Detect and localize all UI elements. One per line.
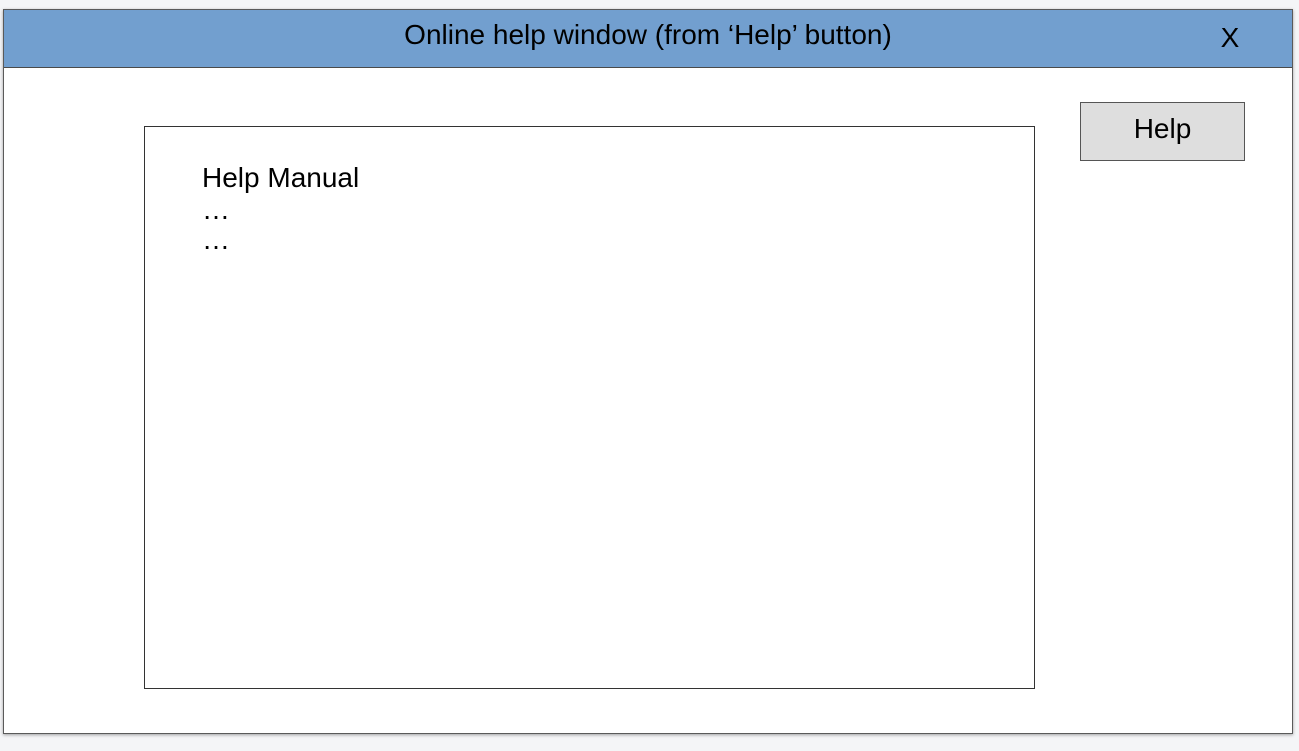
help-manual-text: Help Manual … … xyxy=(202,161,359,255)
close-button[interactable]: X xyxy=(1212,20,1248,56)
manual-line: … xyxy=(202,224,230,255)
help-content-panel[interactable]: Help Manual … … xyxy=(144,126,1035,689)
help-button[interactable]: Help xyxy=(1080,102,1245,161)
help-window: Online help window (from ‘Help’ button) … xyxy=(3,9,1293,734)
title-bar[interactable]: Online help window (from ‘Help’ button) … xyxy=(4,10,1292,68)
help-manual-heading: Help Manual xyxy=(202,162,360,193)
window-title: Online help window (from ‘Help’ button) xyxy=(404,19,892,50)
manual-line: … xyxy=(202,194,230,225)
